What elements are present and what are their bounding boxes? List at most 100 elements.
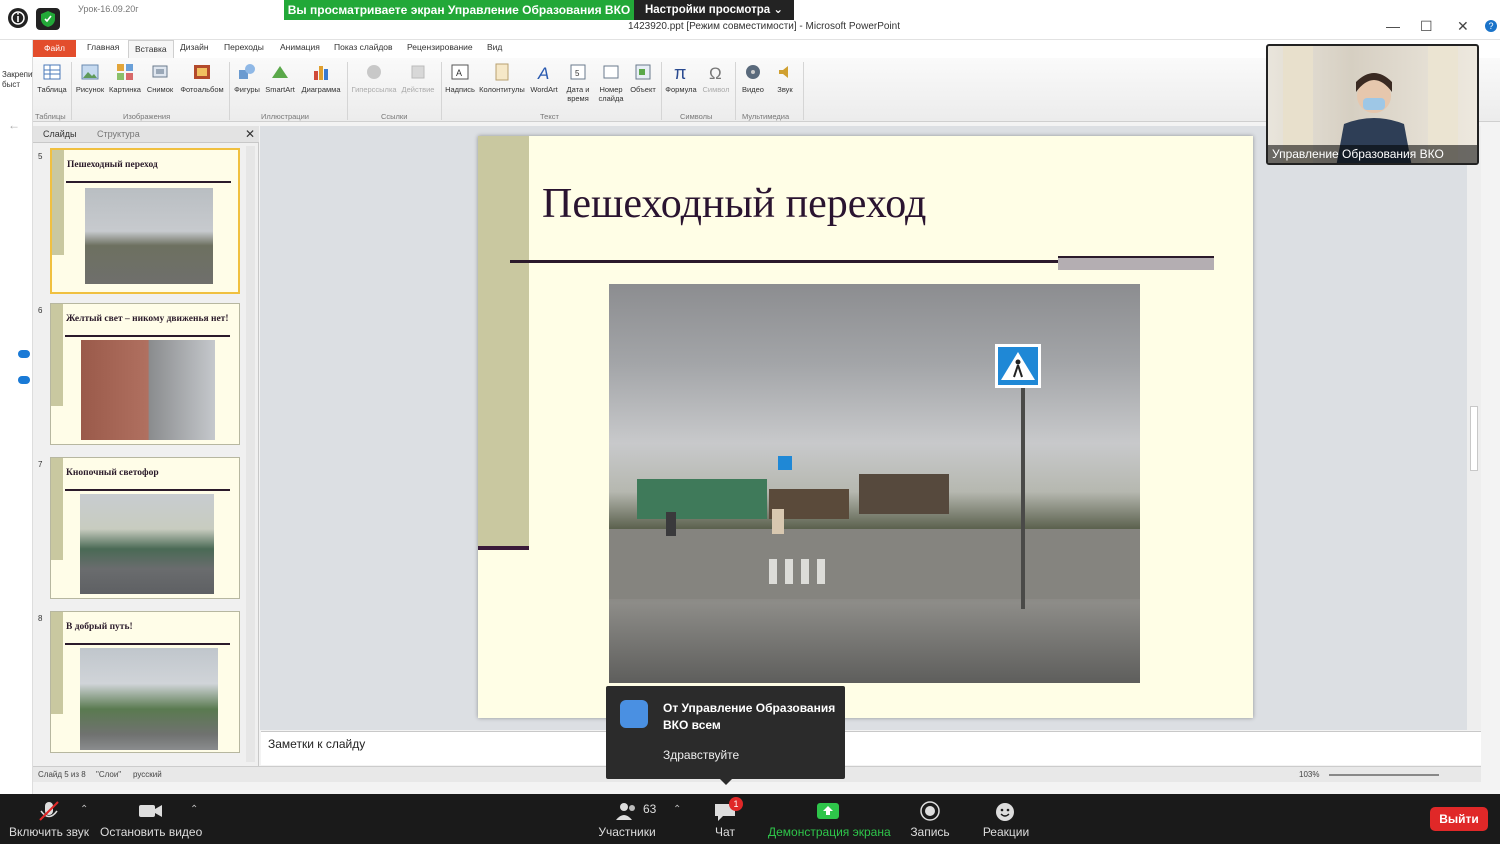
language[interactable]: русский [133,770,162,779]
tab-slides[interactable]: Слайды [43,129,77,139]
tab-animation[interactable]: Анимация [280,42,320,52]
textbox-label: Надпись [445,85,475,94]
back-arrow-icon[interactable]: ← [8,118,20,132]
record-button[interactable]: Запись [906,794,954,844]
tab-file[interactable]: Файл [33,40,76,57]
notes-pane[interactable]: Заметки к слайду [261,731,1481,765]
view-settings-button[interactable]: Настройки просмотра ⌄ [634,0,794,20]
smartart-icon [272,66,288,78]
notes-placeholder: Заметки к слайду [268,737,366,751]
film-icon [746,65,760,79]
action-icon [411,65,425,79]
object-button[interactable]: Объект [627,62,659,94]
muted-mic-icon [39,801,59,821]
tab-view[interactable]: Вид [487,42,502,52]
panel-scrollbar[interactable] [246,146,255,762]
tab-transitions[interactable]: Переходы [224,42,264,52]
date-time-button[interactable]: 5 Дата и время [562,62,594,103]
slide-thumbnail[interactable]: Пешеходный переход [50,148,240,294]
video-button[interactable]: Остановить видео [100,794,203,844]
title-underline-accent [1058,256,1214,270]
close-icon[interactable]: ✕ [1457,18,1469,35]
participants-count: 63 [643,802,657,816]
zoom-info-icon[interactable] [8,8,28,28]
leave-button[interactable]: Выйти [1430,807,1488,831]
screenshot-button[interactable]: Снимок [145,62,175,94]
header-footer-button[interactable]: Колонтитулы [478,62,526,94]
zoom-level[interactable]: 103% [1299,770,1319,779]
tab-insert[interactable]: Вставка [128,40,174,58]
photoalbum-icon [194,65,210,79]
speaker-icon [779,66,788,78]
webcam-name: Управление Образования ВКО [1268,145,1477,163]
reactions-button[interactable]: Реакции [980,794,1032,844]
slide-thumbnail[interactable]: В добрый путь! [50,611,240,753]
group-illustrations: Иллюстрации [261,112,309,121]
video-button[interactable]: Видео [738,62,768,94]
slide-number: 8 [38,614,43,623]
shapes-button[interactable]: Фигуры [232,62,262,94]
webcam-video[interactable]: Управление Образования ВКО [1266,44,1479,165]
record-icon [920,801,940,821]
unmute-button[interactable]: Включить звук [6,794,92,844]
hyperlink-button[interactable]: Гиперссылка [351,62,397,94]
clipart-button[interactable]: Картинка [107,62,143,94]
header-footer-label: Колонтитулы [479,85,525,94]
slide-photo[interactable] [609,284,1140,683]
zoom-slider[interactable] [1329,774,1439,776]
picture-button[interactable]: Рисунок [75,62,105,94]
pi-icon: π [674,63,686,82]
symbol-button[interactable]: Ω Символ [700,62,732,94]
smartart-label: SmartArt [265,85,295,94]
sound-button[interactable]: Звук [770,62,800,94]
picture-label: Рисунок [75,85,105,94]
chevron-down-icon: ⌄ [773,4,784,16]
group-links: Ссылки [381,112,408,121]
shield-icon[interactable] [36,8,60,30]
calendar-icon: 5 [570,64,586,80]
help-icon[interactable]: ? [1485,20,1497,32]
cloud-icon[interactable] [18,350,30,358]
tab-design[interactable]: Дизайн [180,42,209,52]
slide-thumbnail[interactable]: Кнопочный светофор [50,457,240,599]
textbox-button[interactable]: A Надпись [444,62,476,94]
tab-slideshow[interactable]: Показ слайдов [334,42,393,52]
group-symbols: Символы [680,112,713,121]
share-screen-button[interactable]: Демонстрация экрана [768,794,891,844]
video-label: Остановить видео [100,825,203,839]
group-multimedia: Мультимедиа [742,112,790,121]
share-screen-icon [817,803,839,819]
close-panel-icon[interactable]: ✕ [245,127,255,141]
thumbnail-title: Желтый свет – никому движенья нет! [66,314,229,324]
symbol-label: Символ [702,85,730,94]
thumbnail-title: В добрый путь! [66,622,133,632]
slide-title[interactable]: Пешеходный переход [542,180,926,228]
tab-home[interactable]: Главная [87,42,119,52]
formula-label: Формула [665,85,697,94]
chevron-up-icon[interactable]: ⌃ [673,804,681,815]
photoalbum-button[interactable]: Фотоальбом [177,62,227,94]
maximize-icon[interactable]: ☐ [1420,18,1433,35]
chat-notification[interactable]: От Управление Образования ВКО всем Здрав… [606,686,845,785]
minimize-icon[interactable]: — [1386,18,1400,34]
chevron-up-icon[interactable]: ⌃ [190,804,198,815]
slide-side-bar [478,136,529,550]
smartart-button[interactable]: SmartArt [263,62,297,94]
reactions-label: Реакции [982,825,1030,839]
slide-info: Слайд 5 из 8 [38,770,86,779]
tab-review[interactable]: Рецензирование [407,42,473,52]
cloud-icon-2[interactable] [18,376,30,384]
chart-button[interactable]: Диаграмма [299,62,343,94]
screenshot-icon [152,65,168,78]
date-time-label: Дата и время [566,85,590,103]
chevron-up-icon[interactable]: ⌃ [80,804,88,815]
tab-outline[interactable]: Структура [97,129,140,139]
action-button[interactable]: Действие [399,62,437,94]
wordart-button[interactable]: A WordArt [528,62,560,94]
slide-number-button[interactable]: Номер слайда [595,62,627,103]
clipart-label: Картинка [109,85,141,94]
table-button[interactable]: Таблица [37,62,67,94]
vertical-scrollbar[interactable] [1467,126,1481,730]
slide-thumbnail[interactable]: Желтый свет – никому движенья нет! [50,303,240,445]
formula-button[interactable]: π Формула [664,62,698,94]
